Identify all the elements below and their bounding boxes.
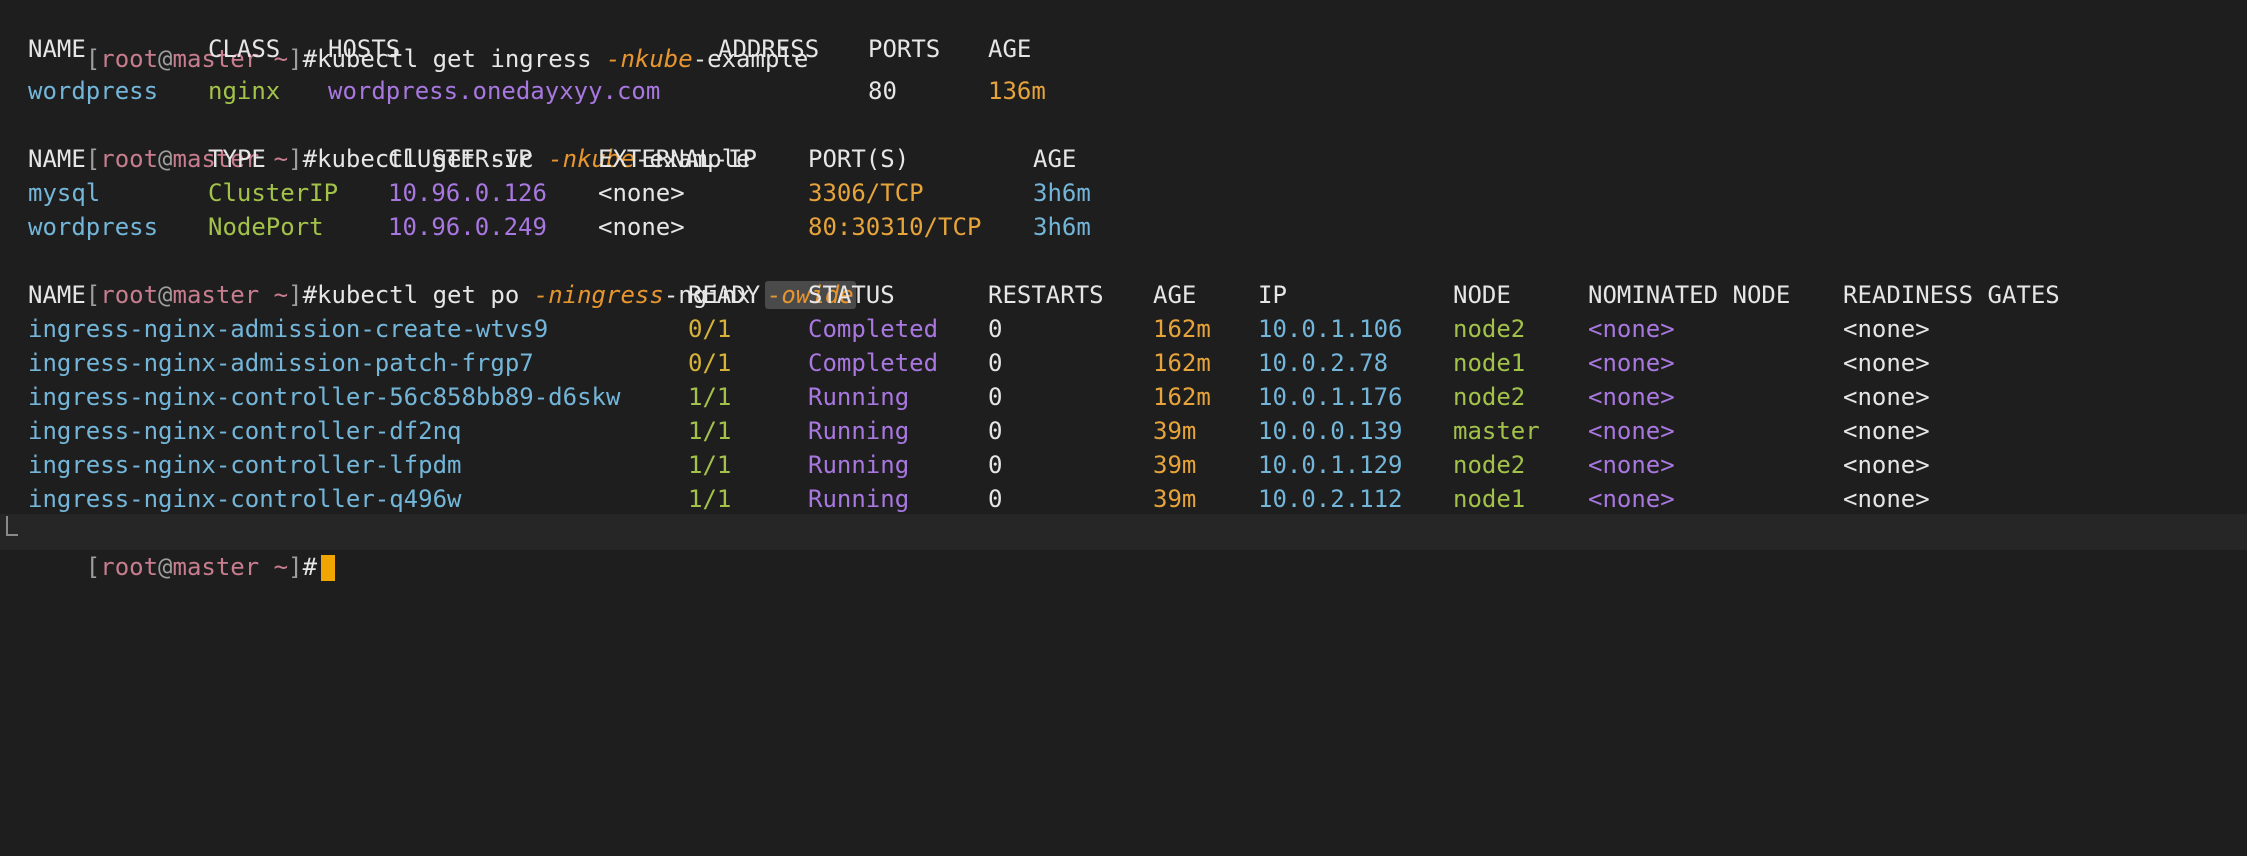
prompt-line-3: [root@master ~]#kubectl get po -ningress… xyxy=(85,281,856,309)
col-header: STATUS xyxy=(808,281,895,309)
col-header: NODE xyxy=(1453,281,1511,309)
col-header: CLUSTER-IP xyxy=(388,145,533,173)
table-row: wordpress NodePort 10.96.0.249 <none> 80… xyxy=(28,213,1091,241)
col-header: NAME xyxy=(28,281,86,309)
terminal-window[interactable]: [root@master ~]#kubectl get ingress -nku… xyxy=(0,0,2247,581)
table-row: wordpress nginx wordpress.onedayxyy.com … xyxy=(28,77,1046,105)
col-header: NOMINATED NODE xyxy=(1588,281,1791,309)
table-row: ingress-nginx-admission-create-wtvs9 0/1… xyxy=(28,315,1930,343)
col-header: NAME xyxy=(28,35,86,63)
table-row: mysql ClusterIP 10.96.0.126 <none> 3306/… xyxy=(28,179,1091,207)
col-header: HOSTS xyxy=(328,35,401,63)
ingress-header-row: NAME CLASS HOSTS ADDRESS PORTS AGE xyxy=(28,32,1228,66)
table-row: ingress-nginx-controller-lfpdm 1/1 Runni… xyxy=(28,451,1930,479)
col-header: AGE xyxy=(1033,145,1077,173)
col-header: PORT(S) xyxy=(808,145,910,173)
col-header: EXTERNAL-IP xyxy=(598,145,757,173)
text-cursor[interactable] xyxy=(321,555,336,581)
col-header: ADDRESS xyxy=(718,35,820,63)
col-header: TYPE xyxy=(208,145,266,173)
prompt-gutter-icon xyxy=(6,516,18,536)
table-row: ingress-nginx-controller-56c858bb89-d6sk… xyxy=(28,383,1930,411)
col-header: NAME xyxy=(28,145,86,173)
col-header: AGE xyxy=(1153,281,1197,309)
col-header: RESTARTS xyxy=(988,281,1104,309)
col-header: CLASS xyxy=(208,35,281,63)
col-header: READINESS GATES xyxy=(1843,281,2060,309)
pods-header-row: NAME READY STATUS RESTARTS AGE IP NODE N… xyxy=(28,278,2228,312)
table-row: ingress-nginx-admission-patch-frgp7 0/1 … xyxy=(28,349,1930,377)
active-prompt-line[interactable]: [root@master ~]# xyxy=(28,516,336,581)
table-row: ingress-nginx-controller-df2nq 1/1 Runni… xyxy=(28,417,1930,445)
svc-header-row: NAME TYPE CLUSTER-IP EXTERNAL-IP PORT(S)… xyxy=(28,142,1228,176)
prompt-line-2: [root@master ~]#kubectl get svc -nkube-e… xyxy=(85,145,751,173)
table-row: ingress-nginx-controller-q496w 1/1 Runni… xyxy=(28,485,1930,513)
col-header: AGE xyxy=(988,35,1032,63)
active-line-highlight xyxy=(0,514,2247,550)
col-header: PORTS xyxy=(868,35,941,63)
col-header: READY xyxy=(688,281,761,309)
col-header: IP xyxy=(1258,281,1287,309)
